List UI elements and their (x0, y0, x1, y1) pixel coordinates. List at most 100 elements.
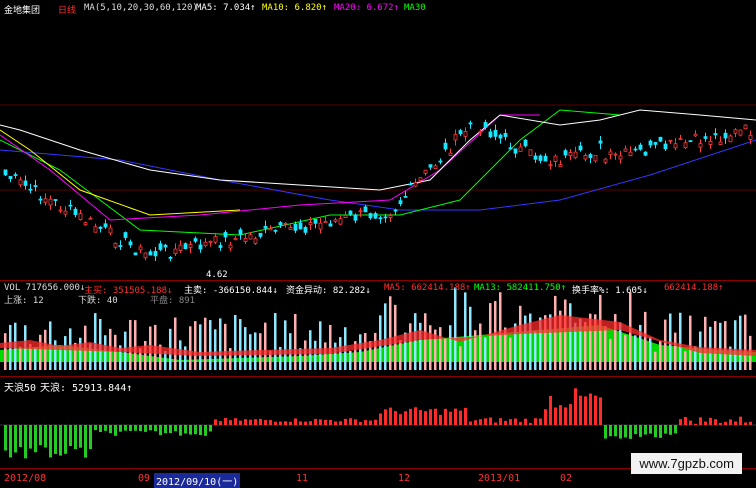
wave-bar (274, 421, 277, 425)
candle-body (343, 214, 348, 218)
candle-body (163, 244, 168, 248)
ma60-line (0, 139, 756, 211)
candle-body (573, 151, 578, 159)
wave-bar (434, 408, 437, 425)
candle-body (218, 245, 223, 248)
candle-body (303, 227, 308, 233)
volume-bar (199, 324, 202, 370)
volume-bar (244, 327, 247, 370)
wave-bar (54, 425, 57, 454)
wave-bar (139, 425, 142, 432)
candle-body (263, 225, 268, 229)
wave-bar (264, 420, 267, 425)
date-tick: 09 (138, 473, 151, 484)
wave-bar (649, 425, 652, 434)
volume-bar (174, 317, 177, 370)
candle-body (298, 222, 303, 230)
volume-bar (484, 337, 487, 370)
volume-bar (314, 340, 317, 370)
candle-body (143, 252, 148, 259)
wave-bar (359, 421, 362, 425)
wave-bar (189, 425, 192, 435)
wave-bar (149, 425, 152, 431)
volume-bar (264, 322, 267, 370)
candle-body (283, 222, 288, 225)
candle-body (383, 216, 388, 219)
divider-price-vol (0, 280, 756, 281)
wave-bar (4, 425, 7, 451)
wave-bar (74, 425, 77, 450)
wave-bar (574, 388, 577, 425)
wave-bar (479, 419, 482, 425)
ma5-readout: MA5: 7.034↑ (196, 3, 256, 13)
candle-body (3, 169, 8, 176)
candle-body (278, 222, 283, 226)
volume-bar (479, 323, 482, 370)
volume-bar (609, 338, 612, 370)
wave-bar (269, 419, 272, 425)
volume-bar (339, 337, 342, 370)
wave-bar (339, 421, 342, 425)
candle-body (668, 139, 673, 142)
candle-body (428, 164, 433, 168)
volume-bar (234, 315, 237, 370)
candle-body (48, 198, 53, 206)
wave-bar (689, 420, 692, 425)
candle-body (538, 155, 543, 161)
candle-body (468, 122, 473, 125)
wave-bar (94, 425, 97, 431)
wave-bar (384, 409, 387, 425)
candle-body (648, 140, 653, 146)
candle-body (148, 251, 153, 256)
wave-bar (734, 421, 737, 425)
wave-bar (34, 425, 37, 453)
volume-bar (569, 303, 572, 370)
wave-bar (489, 417, 492, 425)
wave-bar (474, 420, 477, 425)
wave-bar (314, 418, 317, 425)
candle-body (318, 222, 323, 230)
ma20-readout: MA20: 6.672↑ (334, 3, 400, 13)
wave-bar (519, 421, 522, 425)
date-tick: 2012/08 (4, 473, 47, 484)
candle-body (663, 143, 668, 150)
candle-body (8, 175, 13, 180)
wave-bar (369, 420, 372, 425)
candle-body (698, 143, 703, 148)
vol-readout: VOL 717656.000↓ (4, 283, 86, 293)
candle-body (633, 148, 638, 151)
volume-bar (509, 337, 512, 370)
wave-bar (179, 425, 182, 436)
vol-ma5-readout: MA5: 662414.188↑ (384, 283, 471, 293)
candle-body (118, 245, 123, 247)
stock-chart[interactable] (0, 0, 756, 487)
candle-body (718, 141, 723, 145)
candle-body (478, 130, 483, 133)
candle-body (248, 234, 253, 240)
wave-bar (234, 418, 237, 425)
volume-bar (454, 287, 457, 370)
candle-body (438, 160, 443, 163)
candle-body (323, 221, 328, 223)
volume-bar (359, 334, 362, 370)
candle-body (543, 155, 548, 162)
candle-body (53, 199, 58, 201)
wave-bar (214, 419, 217, 425)
candle-body (158, 243, 163, 250)
ma5-line (0, 109, 756, 191)
candle-body (448, 152, 453, 156)
volume-bar (214, 329, 217, 370)
wave-bar (419, 410, 422, 425)
wave-bar (609, 425, 612, 437)
volume-bar (224, 323, 227, 370)
candle-body (63, 210, 68, 215)
candle-body (358, 210, 363, 213)
volume-bar (554, 295, 557, 370)
wave-bar (59, 425, 62, 456)
wave-bar (279, 421, 282, 425)
wave-bar (509, 419, 512, 425)
advance-count: 上涨: 12 (4, 296, 44, 306)
wave-bar (204, 425, 207, 436)
candle-body (743, 124, 748, 130)
candle-body (223, 232, 228, 238)
